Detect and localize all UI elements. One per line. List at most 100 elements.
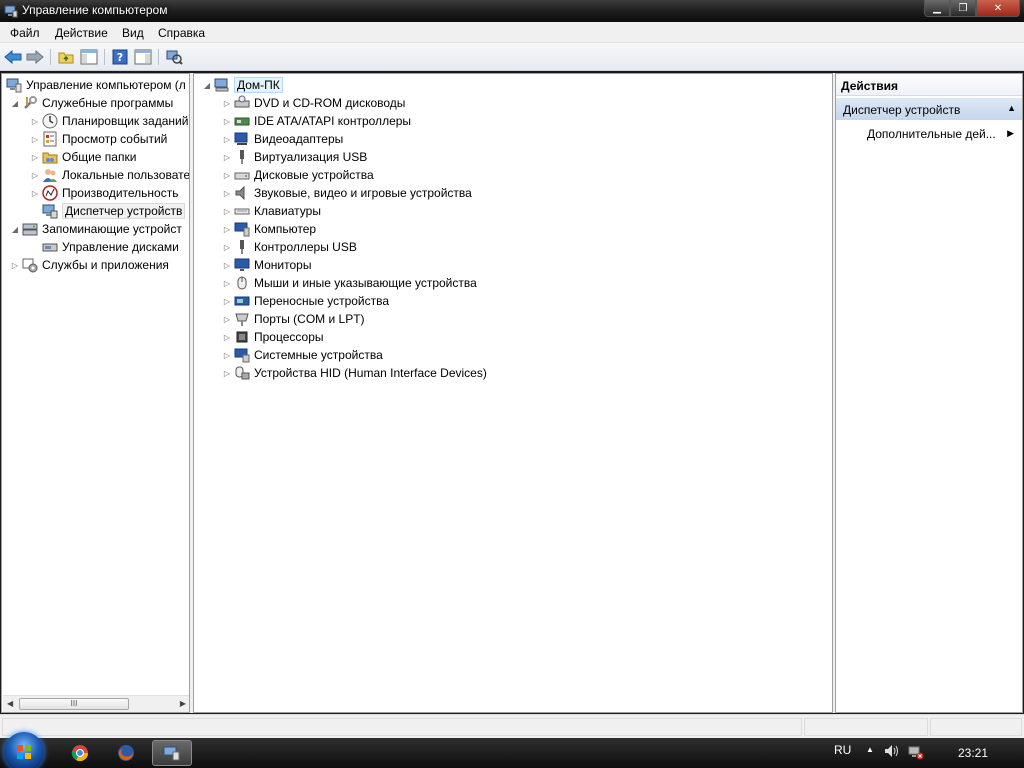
expand-arrow-icon[interactable]: ▷ [30, 152, 40, 162]
device-category-label: Мыши и иные указывающие устройства [254, 276, 477, 290]
expand-arrow-icon[interactable]: ▷ [222, 116, 232, 126]
expand-arrow-icon[interactable]: ▷ [30, 134, 40, 144]
menu-view[interactable]: Вид [122, 26, 144, 40]
device-category-label: Виртуализация USB [254, 150, 368, 164]
device-category[interactable]: ▷ Звуковые, видео и игровые устройства [222, 184, 472, 202]
device-category[interactable]: ▷ Переносные устройства [222, 292, 389, 310]
device-category[interactable]: ▷ Клавиатуры [222, 202, 321, 220]
device-category[interactable]: ▷ Виртуализация USB [222, 148, 367, 166]
device-category[interactable]: ▷ Дисковые устройства [222, 166, 374, 184]
tree-item-storage[interactable]: ◢ Запоминающие устройст [10, 220, 182, 238]
expand-arrow-icon[interactable]: ▷ [222, 170, 232, 180]
minimize-button[interactable]: ▁ [924, 0, 950, 17]
menu-file[interactable]: Файл [10, 26, 40, 40]
taskbar-firefox[interactable] [106, 740, 146, 766]
computer-management-icon [6, 78, 22, 93]
submenu-arrow-icon[interactable]: ▶ [1007, 128, 1014, 139]
taskbar-chrome[interactable] [60, 740, 100, 766]
portable-device-icon [234, 296, 250, 306]
expand-arrow-icon[interactable]: ▷ [222, 260, 232, 270]
maximize-button[interactable]: ❐ [950, 0, 976, 17]
collapse-arrow-icon[interactable]: ◢ [10, 98, 20, 108]
device-root[interactable]: ◢ Дом-ПК [202, 76, 283, 94]
device-tree[interactable]: ◢ Дом-ПК ▷ DVD и CD-ROM дисководы ▷ IDE ATA… [193, 73, 833, 713]
tree-item-system-tools[interactable]: ◢ Служебные программы [10, 94, 173, 112]
scroll-thumb[interactable]: III [19, 698, 129, 710]
forward-arrow-icon[interactable] [26, 48, 44, 66]
expand-arrow-icon[interactable]: ▷ [222, 278, 232, 288]
expand-arrow-icon[interactable]: ▷ [222, 242, 232, 252]
expand-arrow-icon[interactable]: ▷ [30, 116, 40, 126]
help-icon[interactable]: ? [111, 48, 129, 66]
start-button[interactable] [4, 732, 44, 768]
processor-icon [236, 331, 248, 343]
tree-item-services-apps[interactable]: ▷ Службы и приложения [10, 256, 169, 274]
tree-item-label: Производительность [62, 186, 179, 200]
show-hide-console-tree-icon[interactable] [80, 48, 98, 66]
collapse-arrow-icon[interactable]: ◢ [202, 80, 212, 90]
device-category[interactable]: ▷ Мыши и иные указывающие устройства [222, 274, 477, 292]
up-folder-icon[interactable] [57, 48, 75, 66]
collapse-up-icon[interactable]: ▲ [1007, 103, 1016, 113]
expand-arrow-icon[interactable]: ▷ [222, 314, 232, 324]
tree-item-performance[interactable]: ▷ Производительность [30, 184, 178, 202]
taskbar-computer-management[interactable] [152, 740, 192, 766]
device-category[interactable]: ▷ Системные устройства [222, 346, 383, 364]
expand-arrow-icon[interactable]: ▷ [222, 368, 232, 378]
expand-arrow-icon[interactable]: ▷ [222, 350, 232, 360]
tree-item-label: Службы и приложения [42, 258, 169, 272]
expand-arrow-icon[interactable]: ▷ [10, 260, 20, 270]
device-category[interactable]: ▷ DVD и CD-ROM дисководы [222, 94, 405, 112]
expand-arrow-icon[interactable]: ▷ [30, 170, 40, 180]
close-button[interactable]: ✕ [976, 0, 1020, 17]
device-category[interactable]: ▷ Контроллеры USB [222, 238, 357, 256]
device-category[interactable]: ▷ Компьютер [222, 220, 316, 238]
expand-arrow-icon[interactable]: ▷ [30, 188, 40, 198]
dvd-drive-icon [234, 95, 250, 108]
tree-item-event-viewer[interactable]: ▷ Просмотр событий [30, 130, 167, 148]
usb-virtualization-icon [240, 150, 244, 164]
tree-item-disk-management[interactable]: Управление дисками [30, 238, 179, 256]
tree-item-device-manager[interactable]: Диспетчер устройств [30, 202, 186, 220]
horizontal-scrollbar[interactable]: ◀ III ▶ [3, 695, 189, 712]
device-category[interactable]: ▷ Видеоадаптеры [222, 130, 343, 148]
back-arrow-icon[interactable] [4, 48, 22, 66]
menu-action[interactable]: Действие [55, 26, 108, 40]
expand-arrow-icon[interactable]: ▷ [222, 332, 232, 342]
device-category[interactable]: ▷ IDE ATA/ATAPI контроллеры [222, 112, 411, 130]
expand-arrow-icon[interactable]: ▷ [222, 134, 232, 144]
display-adapter-icon [234, 132, 248, 145]
volume-icon[interactable] [884, 744, 900, 761]
menu-help[interactable]: Справка [158, 26, 205, 40]
more-actions-item[interactable]: Дополнительные дей... [867, 127, 996, 141]
scroll-left-arrow-icon[interactable]: ◀ [7, 699, 13, 708]
expand-arrow-icon[interactable]: ▷ [222, 296, 232, 306]
device-category[interactable]: ▷ Мониторы [222, 256, 312, 274]
device-category[interactable]: ▷ Порты (COM и LPT) [222, 310, 365, 328]
clock[interactable]: 23:21 [958, 746, 988, 760]
tree-item-task-scheduler[interactable]: ▷ Планировщик заданий [30, 112, 188, 130]
tree-item-computer-management[interactable]: Управление компьютером (л [4, 76, 186, 94]
expand-arrow-icon[interactable]: ▷ [222, 98, 232, 108]
expand-arrow-icon[interactable]: ▷ [222, 224, 232, 234]
show-hidden-icons-icon[interactable]: ▲ [866, 745, 874, 754]
expand-arrow-icon[interactable]: ▷ [222, 188, 232, 198]
tree-item-local-users[interactable]: ▷ Локальные пользовате [30, 166, 189, 184]
network-disconnected-icon[interactable] [908, 744, 924, 763]
sound-icon [235, 185, 245, 201]
device-category[interactable]: ▷ Процессоры [222, 328, 324, 346]
expand-arrow-icon[interactable]: ▷ [222, 206, 232, 216]
status-bar [0, 714, 1024, 738]
usb-controller-icon [240, 240, 244, 254]
device-category[interactable]: ▷ Устройства HID (Human Interface Devices… [222, 364, 487, 382]
tree-item-shared-folders[interactable]: ▷ Общие папки [30, 148, 137, 166]
clock-icon [42, 113, 58, 129]
console-tree[interactable]: Управление компьютером (л ◢ Служебные пр… [1, 73, 190, 713]
collapse-arrow-icon[interactable]: ◢ [10, 224, 20, 234]
show-hide-action-pane-icon[interactable] [134, 48, 152, 66]
actions-section-device-manager[interactable]: Диспетчер устройств ▲ [836, 98, 1022, 120]
scroll-right-arrow-icon[interactable]: ▶ [180, 699, 186, 708]
language-indicator[interactable]: RU [834, 743, 851, 757]
scan-hardware-icon[interactable] [165, 48, 183, 66]
expand-arrow-icon[interactable]: ▷ [222, 152, 232, 162]
